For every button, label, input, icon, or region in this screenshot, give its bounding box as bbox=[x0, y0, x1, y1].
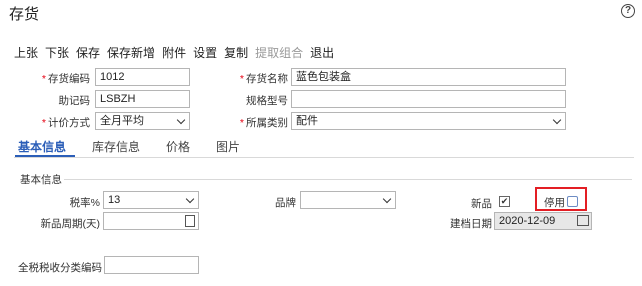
new-product-checkbox[interactable]: ✔ bbox=[499, 196, 510, 207]
created-date-label: 建档日期 bbox=[450, 218, 492, 230]
toolbar: 上张 下张 保存 保存新增 附件 设置 复制 提取组合 退出 bbox=[14, 44, 341, 61]
tax-rate-value: 13 bbox=[108, 194, 121, 206]
pricing-method-select[interactable]: 全月平均 bbox=[95, 112, 190, 130]
disabled-label: 停用 bbox=[544, 197, 565, 209]
tax-rate-label: 税率% bbox=[69, 197, 100, 209]
inventory-name-input[interactable]: 蓝色包装盒 bbox=[291, 68, 566, 86]
category-label: * 所属类别 bbox=[239, 117, 288, 129]
tab-divider bbox=[14, 157, 634, 158]
category-value: 配件 bbox=[296, 115, 318, 127]
tab-price[interactable]: 价格 bbox=[166, 138, 190, 158]
spec-model-input[interactable] bbox=[291, 90, 566, 108]
settings-button[interactable]: 设置 bbox=[193, 44, 217, 61]
required-asterisk: * bbox=[239, 73, 244, 85]
disabled-checkbox[interactable] bbox=[567, 196, 578, 207]
tab-inventory-info[interactable]: 库存信息 bbox=[92, 138, 140, 158]
extract-combo-button: 提取组合 bbox=[255, 46, 304, 60]
next-record-button[interactable]: 下张 bbox=[45, 44, 69, 61]
tax-rate-select[interactable]: 13 bbox=[103, 191, 199, 209]
save-button[interactable]: 保存 bbox=[76, 44, 100, 61]
mnemonic-input[interactable]: LSBZH bbox=[95, 90, 190, 108]
tax-code-label: 全税税收分类编码 bbox=[18, 262, 102, 274]
chevron-down-icon bbox=[185, 194, 195, 204]
pricing-method-value: 全月平均 bbox=[100, 115, 144, 127]
page-title: 存货 bbox=[9, 6, 40, 23]
inventory-name-label: * 存货名称 bbox=[239, 73, 288, 85]
inventory-code-label: * 存货编码 bbox=[41, 73, 90, 85]
attachment-button[interactable]: 附件 bbox=[162, 44, 186, 61]
brand-select[interactable] bbox=[300, 191, 396, 209]
copy-button[interactable]: 复制 bbox=[224, 44, 248, 61]
required-asterisk: * bbox=[41, 117, 46, 129]
category-select[interactable]: 配件 bbox=[291, 112, 566, 130]
spec-model-label: 规格型号 bbox=[246, 95, 288, 107]
mnemonic-label: 助记码 bbox=[58, 95, 91, 107]
chevron-down-icon bbox=[382, 194, 392, 204]
tab-images[interactable]: 图片 bbox=[216, 138, 240, 158]
inventory-code-input[interactable]: 1012 bbox=[95, 68, 190, 86]
section-title: 基本信息 bbox=[20, 174, 62, 186]
new-product-label: 新品 bbox=[471, 198, 492, 210]
save-and-new-button[interactable]: 保存新增 bbox=[107, 44, 155, 61]
required-asterisk: * bbox=[239, 117, 244, 129]
pricing-method-label: * 计价方式 bbox=[41, 117, 90, 129]
calculator-icon[interactable] bbox=[185, 215, 195, 227]
new-product-period-label: 新品周期(天) bbox=[40, 218, 101, 230]
prev-record-button[interactable]: 上张 bbox=[14, 44, 38, 61]
chevron-down-icon bbox=[176, 115, 186, 125]
brand-label: 品牌 bbox=[275, 197, 296, 209]
help-icon[interactable]: ? bbox=[621, 4, 635, 18]
chevron-down-icon bbox=[552, 115, 562, 125]
calendar-icon[interactable] bbox=[577, 215, 589, 226]
exit-button[interactable]: 退出 bbox=[310, 44, 334, 61]
tax-code-input[interactable] bbox=[104, 256, 199, 274]
required-asterisk: * bbox=[41, 73, 46, 85]
section-divider bbox=[64, 179, 632, 180]
